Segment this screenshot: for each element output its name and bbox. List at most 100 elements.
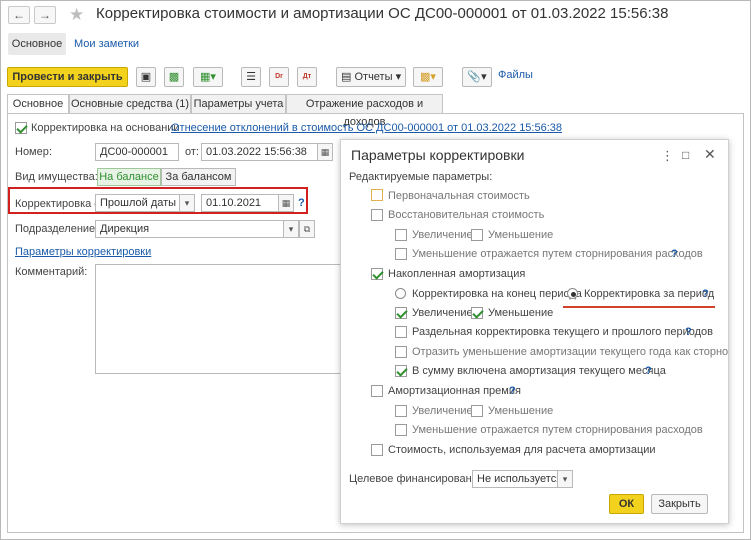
separate-checkbox[interactable] [395, 326, 407, 338]
premium-decrease-checkbox[interactable] [471, 405, 483, 417]
restore-cost-label: Восстановительная стоимость [388, 209, 545, 221]
page-title: Корректировка стоимости и амортизации ОС… [96, 5, 669, 22]
off-balance-toggle[interactable]: За балансом [161, 168, 236, 186]
create-based-icon: ▦▾ [200, 71, 216, 83]
maximize-icon[interactable]: □ [682, 148, 689, 162]
tab-expenses-income[interactable]: Отражение расходов и доходов [286, 94, 443, 128]
attach-button[interactable]: 📎▾ [462, 67, 492, 87]
calendar-button[interactable]: ▦ [317, 143, 333, 161]
basis-document-link[interactable]: Отнесение отклонений в стоимость ОС ДС00… [171, 122, 562, 134]
ok-button[interactable]: ОК [609, 494, 644, 514]
initial-cost-label: Первоначальная стоимость [388, 190, 530, 202]
for-period-radio[interactable] [567, 288, 578, 299]
open-icon: ⧉ [303, 224, 311, 234]
calendar-icon: ▦ [320, 147, 330, 157]
include-month-label: В сумму включена амортизация текущего ме… [412, 365, 666, 377]
for-period-label: Корректировка за период [584, 288, 715, 300]
restore-storno-label: Уменьшение отражается путем сторнировани… [412, 248, 703, 260]
params-link[interactable]: Параметры корректировки [15, 246, 151, 258]
date-field[interactable]: 01.03.2022 15:56:38 [201, 143, 318, 161]
include-month-checkbox[interactable] [395, 365, 407, 377]
restore-decrease-checkbox[interactable] [471, 229, 483, 241]
accum-checkbox[interactable] [371, 268, 383, 280]
more-icon[interactable]: ⋮ [661, 148, 674, 164]
forward-button[interactable]: → [34, 6, 56, 24]
dt-ct-button[interactable]: Dr [269, 67, 289, 87]
journal-button[interactable]: ☰ [241, 67, 261, 87]
help-icon[interactable]: ? [509, 385, 516, 397]
tab-main-form[interactable]: Основное [7, 94, 69, 114]
funding-dropdown-button[interactable]: ▾ [557, 470, 573, 488]
help-icon[interactable]: ? [685, 326, 692, 338]
help-icon[interactable]: ? [702, 288, 709, 300]
premium-storno-label: Уменьшение отражается путем сторнировани… [412, 424, 703, 436]
separate-label: Раздельная корректировка текущего и прош… [412, 326, 713, 338]
floppy-icon: ▣ [140, 71, 152, 83]
highlight-underline [563, 306, 715, 308]
accum-increase-label: Увеличение [412, 307, 473, 319]
post-button[interactable]: ▩ [164, 67, 184, 87]
comment-label: Комментарий: [15, 266, 88, 278]
close-button[interactable]: Закрыть [651, 494, 708, 514]
comment-field[interactable] [95, 264, 345, 374]
number-label: Номер: [15, 146, 52, 158]
close-icon[interactable]: ✕ [704, 146, 716, 163]
basis-label: Корректировка на основании [31, 122, 180, 134]
accum-decrease-checkbox[interactable] [471, 307, 483, 319]
restore-storno-checkbox[interactable] [395, 248, 407, 260]
tab-notes[interactable]: Мои заметки [74, 38, 139, 50]
movements-button[interactable]: Дт [297, 67, 317, 87]
premium-checkbox[interactable] [371, 385, 383, 397]
back-button[interactable]: ← [8, 6, 30, 24]
chevron-down-icon: ▾ [288, 224, 294, 234]
help-icon[interactable]: ? [671, 248, 678, 260]
premium-label: Амортизационная премия [388, 385, 521, 397]
movements-icon: Дт [302, 73, 312, 80]
tab-main[interactable]: Основное [8, 33, 66, 55]
favorite-star-icon[interactable]: ★ [69, 5, 84, 25]
accum-label: Накопленная амортизация [388, 268, 526, 280]
help-icon[interactable]: ? [645, 365, 652, 377]
print-button[interactable]: ▩▾ [413, 67, 443, 87]
date-from-label: от: [185, 146, 199, 158]
arrow-left-icon: ← [13, 8, 25, 22]
reports-icon: ▤ [341, 71, 352, 83]
department-field[interactable]: Дирекция [95, 220, 284, 238]
funding-select[interactable]: Не используется [472, 470, 558, 488]
initial-cost-checkbox[interactable] [371, 189, 383, 201]
department-open-button[interactable]: ⧉ [299, 220, 315, 238]
end-period-label: Корректировка на конец периода [412, 288, 582, 300]
on-balance-toggle[interactable]: На балансе [97, 168, 161, 186]
restore-increase-label: Увеличение [412, 229, 473, 241]
doc-post-icon: ▩ [168, 71, 180, 83]
arrow-right-icon: → [39, 8, 51, 22]
restore-increase-checkbox[interactable] [395, 229, 407, 241]
paperclip-icon: 📎▾ [467, 71, 487, 83]
chevron-down-icon: ▾ [562, 474, 568, 484]
funding-label: Целевое финансирование: [349, 473, 488, 485]
storno-year-checkbox[interactable] [395, 346, 407, 358]
print-icon: ▩▾ [420, 71, 436, 83]
accum-increase-checkbox[interactable] [395, 307, 407, 319]
department-dropdown-button[interactable]: ▾ [283, 220, 299, 238]
post-close-button[interactable]: Провести и закрыть [7, 67, 128, 87]
dialog-subtitle: Редактируемые параметры: [349, 171, 493, 183]
basis-checkbox[interactable] [15, 122, 27, 134]
premium-increase-checkbox[interactable] [395, 405, 407, 417]
dialog-title: Параметры корректировки [351, 147, 525, 163]
number-field[interactable]: ДС00-000001 [95, 143, 179, 161]
restore-cost-checkbox[interactable] [371, 209, 383, 221]
reports-label: Отчеты [354, 71, 393, 83]
save-button[interactable]: ▣ [136, 67, 156, 87]
cost-basis-checkbox[interactable] [371, 444, 383, 456]
cost-basis-label: Стоимость, используемая для расчета амор… [388, 444, 656, 456]
end-period-radio[interactable] [395, 288, 406, 299]
dt-ct-icon: Dr [275, 73, 283, 80]
reports-button[interactable]: ▤ Отчеты ▾ [336, 67, 406, 87]
chevron-down-icon: ▾ [395, 71, 402, 83]
tab-accounting-params[interactable]: Параметры учета [191, 94, 286, 114]
create-based-button[interactable]: ▦▾ [193, 67, 223, 87]
files-link[interactable]: Файлы [498, 69, 533, 81]
premium-storno-checkbox[interactable] [395, 424, 407, 436]
tab-fixed-assets[interactable]: Основные средства (1) [69, 94, 191, 114]
